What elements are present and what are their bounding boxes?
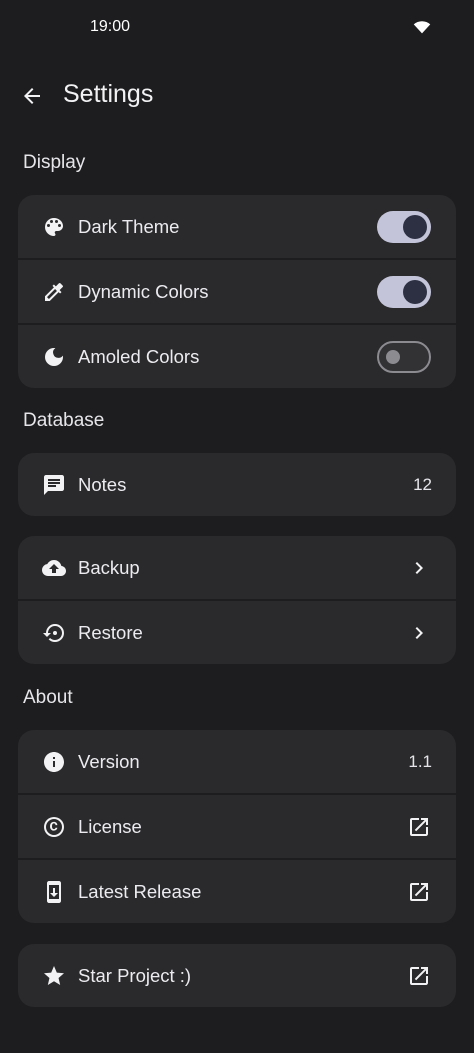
setting-label: Version <box>78 750 140 772</box>
setting-star-project[interactable]: Star Project :) <box>18 944 456 1007</box>
setting-notes[interactable]: Notes 12 <box>18 453 456 516</box>
open-external-icon <box>406 814 432 840</box>
setting-label: Notes <box>78 473 127 495</box>
section-header-display: Display <box>23 152 86 173</box>
phone-download-icon <box>41 879 67 905</box>
chevron-right-icon <box>406 620 432 646</box>
amoled-colors-switch[interactable] <box>377 340 431 373</box>
setting-version[interactable]: Version 1.1 <box>18 730 456 793</box>
section-header-database: Database <box>23 410 105 431</box>
message-icon <box>41 472 67 498</box>
section-header-about: About <box>23 687 73 708</box>
setting-restore[interactable]: Restore <box>18 601 456 664</box>
arrow-back-icon <box>24 88 40 104</box>
info-icon <box>41 749 67 775</box>
setting-label: Backup <box>78 556 140 578</box>
setting-backup[interactable]: Backup <box>18 536 456 599</box>
setting-label: Star Project :) <box>78 964 192 986</box>
dark-theme-switch[interactable] <box>377 210 431 243</box>
palette-icon <box>41 214 67 240</box>
setting-latest-release[interactable]: Latest Release <box>18 860 456 923</box>
switch-knob <box>403 214 427 239</box>
switch-knob <box>386 349 400 364</box>
star-group: Star Project :) <box>18 944 456 1007</box>
setting-label: Latest Release <box>78 880 202 902</box>
setting-label: License <box>78 815 142 837</box>
star-icon <box>41 963 67 989</box>
moon-icon <box>41 344 67 370</box>
open-external-icon <box>406 963 432 989</box>
status-bar: 19:00 <box>0 0 474 56</box>
cloud-upload-icon <box>41 555 67 581</box>
setting-license[interactable]: License <box>18 795 456 858</box>
eyedropper-icon <box>41 279 67 305</box>
setting-label: Dark Theme <box>78 215 180 237</box>
back-button[interactable] <box>16 80 48 112</box>
page-title: Settings <box>63 80 154 108</box>
about-group: Version 1.1 License Latest Release <box>18 730 456 923</box>
dynamic-colors-switch[interactable] <box>377 275 431 308</box>
copyright-icon <box>41 814 67 840</box>
notes-count: 12 <box>413 474 432 494</box>
setting-dynamic-colors[interactable]: Dynamic Colors <box>18 260 456 323</box>
version-value: 1.1 <box>408 751 432 771</box>
setting-label: Dynamic Colors <box>78 280 209 302</box>
chevron-right-icon <box>406 555 432 581</box>
status-time: 19:00 <box>90 18 131 35</box>
restore-icon <box>41 620 67 646</box>
top-app-bar: Settings <box>0 70 474 122</box>
setting-amoled-colors[interactable]: Amoled Colors <box>18 325 456 388</box>
switch-knob <box>403 279 427 304</box>
setting-label: Restore <box>78 621 143 643</box>
display-group: Dark Theme Dynamic Colors Amoled Colors <box>18 195 456 388</box>
backup-restore-group: Backup Restore <box>18 536 456 664</box>
wifi-icon <box>413 21 431 34</box>
open-external-icon <box>406 879 432 905</box>
setting-label: Amoled Colors <box>78 345 200 367</box>
notes-group: Notes 12 <box>18 453 456 516</box>
setting-dark-theme[interactable]: Dark Theme <box>18 195 456 258</box>
